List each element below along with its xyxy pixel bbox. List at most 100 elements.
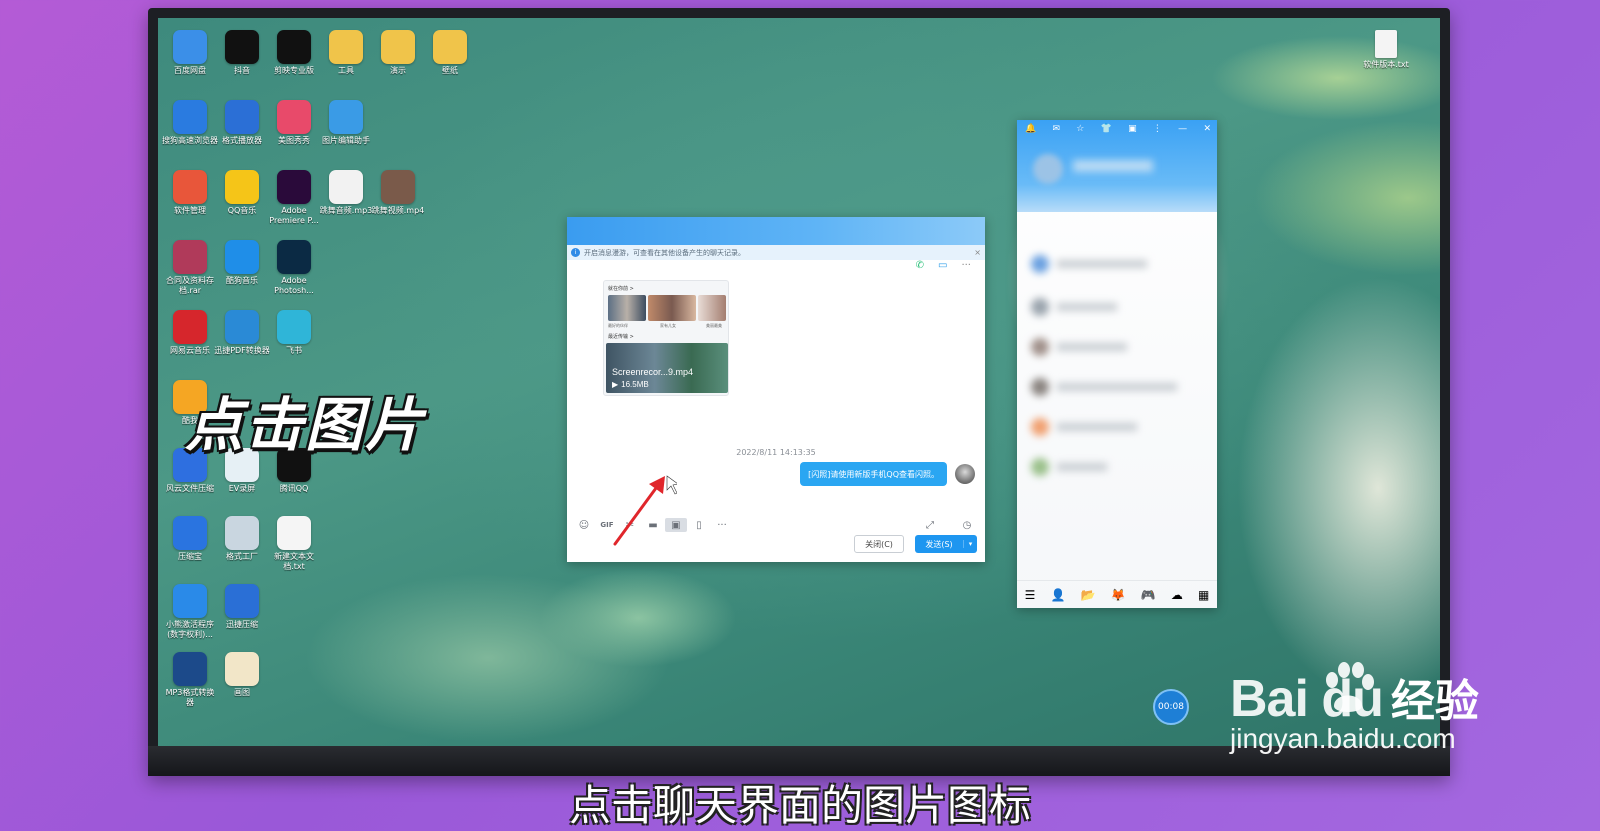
star-icon[interactable]: ☆	[1076, 124, 1084, 134]
desktop-icon[interactable]: 百度网盘	[162, 30, 218, 76]
app-icon[interactable]: ▣	[1128, 124, 1137, 134]
desktop-icon[interactable]: 剪映专业版	[266, 30, 322, 76]
desktop-icon[interactable]: 迅捷PDF转换器	[214, 310, 270, 356]
files-icon[interactable]: 📂	[1081, 588, 1096, 602]
close-icon[interactable]: ×	[974, 248, 981, 257]
desktop-icon-label: 新建文本文档.txt	[274, 552, 314, 571]
game-fox-icon[interactable]: 🦊	[1111, 588, 1126, 602]
desktop-icon[interactable]: 合同及资料存档.rar	[162, 240, 218, 296]
desktop-icon[interactable]: 画图	[214, 652, 270, 698]
photo-thumbnail[interactable]	[698, 295, 726, 321]
desktop-icon[interactable]: 跳舞音频.mp3	[318, 170, 374, 216]
photoshop-icon	[277, 240, 311, 274]
send-button[interactable]: 发送(S) ▾	[915, 535, 977, 553]
video-call-icon[interactable]: ▭	[938, 260, 947, 271]
list-item[interactable]	[1031, 255, 1203, 275]
desktop-icon[interactable]: 美图秀秀	[266, 100, 322, 146]
desktop-icon-label: QQ音乐	[227, 206, 257, 215]
desktop-icon[interactable]: MP3格式转换器	[162, 652, 218, 708]
video-file-item[interactable]: Screenrecor...9.mp4 ▶ 16.5MB	[606, 343, 728, 393]
avatar[interactable]	[1033, 154, 1063, 184]
shared-media-card[interactable]: 就在你前 > 最好的伙伴 家有儿女 美丽最美 最近传输 > Screenreco…	[603, 280, 729, 396]
desktop-icon[interactable]: 格式播放器	[214, 100, 270, 146]
roaming-notice-text[interactable]: 开启消息漫游，可查看在其他设备产生的聊天记录。	[584, 248, 745, 258]
meitu-icon	[277, 100, 311, 134]
desktop-icon-label: 腾讯QQ	[279, 484, 309, 493]
desktop-icon-label: 软件版本.txt	[1363, 60, 1409, 69]
desktop-icon[interactable]: 新建文本文档.txt	[266, 516, 322, 572]
desktop-icon-label: 跳舞视频.mp4	[371, 206, 425, 215]
desktop-icon-label: 迅捷压缩	[226, 620, 258, 629]
desktop-icon[interactable]: 网易云音乐	[162, 310, 218, 356]
chevron-down-icon[interactable]: ▾	[963, 540, 977, 548]
list-item[interactable]	[1031, 418, 1203, 438]
list-item[interactable]	[1031, 458, 1203, 478]
music-icon	[225, 170, 259, 204]
image-editor-icon	[329, 100, 363, 134]
list-item[interactable]	[1031, 378, 1203, 398]
desktop-icon[interactable]: 搜狗高速浏览器	[162, 100, 218, 146]
list-item[interactable]	[1031, 298, 1203, 318]
recording-timer: 00:08	[1153, 689, 1189, 725]
desktop-icon[interactable]: 演示	[370, 30, 426, 76]
desktop-icon[interactable]: Adobe Premiere P...	[266, 170, 322, 226]
desktop-icon[interactable]: 工具	[318, 30, 374, 76]
menu-icon[interactable]: ☰	[1025, 588, 1036, 602]
video-file-size: 16.5MB	[621, 380, 649, 389]
desktop-icon-software-version[interactable]: 软件版本.txt	[1358, 30, 1414, 70]
minimize-icon[interactable]: —	[1178, 124, 1187, 134]
format-factory-icon	[225, 516, 259, 550]
gamepad-icon[interactable]: 🎮	[1141, 588, 1156, 602]
folder-icon	[433, 30, 467, 64]
watermark-cn: 经验	[1390, 676, 1479, 727]
desktop-icon[interactable]: 小熊激活程序(数字权利)...	[162, 584, 218, 640]
paint-icon	[225, 652, 259, 686]
desktop-icon[interactable]: Adobe Photosh...	[266, 240, 322, 296]
desktop-icon-label: 抖音	[234, 66, 250, 75]
voice-call-icon[interactable]: ✆	[916, 260, 924, 271]
desktop-icon[interactable]: 壁纸	[422, 30, 478, 76]
chat-header[interactable]	[567, 217, 985, 245]
desktop-icon[interactable]: 迅捷压缩	[214, 584, 270, 630]
chat-window[interactable]: i 开启消息漫游，可查看在其他设备产生的聊天记录。 × ✆ ▭ ··· 就在你前…	[567, 217, 985, 562]
qq-main-panel[interactable]: 🔔 ✉ ☆ 👕 ▣ ⋮ — ✕ ☰ 👤 📂 🦊 🎮 ☁ ▦	[1017, 120, 1217, 608]
desktop-icon-label: 格式播放器	[222, 136, 262, 145]
more-icon[interactable]: ···	[961, 260, 971, 271]
card-header-recent[interactable]: 就在你前 >	[608, 285, 634, 292]
desktop-icon-label: 画图	[234, 688, 250, 697]
desktop-icon[interactable]: 格式工厂	[214, 516, 270, 562]
desktop-icon[interactable]: 软件管理	[162, 170, 218, 216]
mail-icon[interactable]: ✉	[1052, 124, 1060, 134]
desktop-icon[interactable]: 抖音	[214, 30, 270, 76]
desktop-icon[interactable]: 酷狗音乐	[214, 240, 270, 286]
browser-icon	[173, 100, 207, 134]
desktop-icon-label: Adobe Photosh...	[274, 276, 314, 295]
close-icon[interactable]: ✕	[1203, 124, 1211, 134]
shirt-icon[interactable]: 👕	[1101, 124, 1112, 134]
add-friend-icon[interactable]: 👤	[1050, 588, 1065, 602]
desktop-icon[interactable]: QQ音乐	[214, 170, 270, 216]
desktop-icon[interactable]: 跳舞视频.mp4	[370, 170, 426, 216]
desktop-icon[interactable]: 图片编辑助手	[318, 100, 374, 146]
message-bubble[interactable]: [闪照]请使用新版手机QQ查看闪照。	[800, 462, 947, 486]
compress-bao-icon	[173, 516, 207, 550]
desktop-icon-label: 工具	[338, 66, 354, 75]
thumb-caption: 美丽最美	[706, 323, 722, 328]
capcut-icon	[277, 30, 311, 64]
desktop-icon-label: 剪映专业版	[274, 66, 314, 75]
card-header-transfers[interactable]: 最近传输 >	[608, 333, 634, 340]
desktop-icon[interactable]: 压缩宝	[162, 516, 218, 562]
cloud-icon[interactable]: ☁	[1171, 588, 1183, 602]
desktop-icon[interactable]: 飞书	[266, 310, 322, 356]
close-button[interactable]: 关闭(C)	[854, 535, 904, 553]
apps-grid-icon[interactable]: ▦	[1198, 588, 1209, 602]
list-item[interactable]	[1031, 338, 1203, 358]
message-timestamp: 2022/8/11 14:13:35	[736, 448, 816, 457]
menu-icon[interactable]: ⋮	[1153, 124, 1162, 134]
desktop-icon-label: 压缩宝	[178, 552, 202, 561]
photo-thumbnail[interactable]	[648, 295, 696, 321]
photo-thumbnail[interactable]	[608, 295, 646, 321]
bell-icon[interactable]: 🔔	[1025, 124, 1036, 134]
desktop-icon-label: 酷狗音乐	[226, 276, 258, 285]
avatar[interactable]	[955, 464, 975, 484]
